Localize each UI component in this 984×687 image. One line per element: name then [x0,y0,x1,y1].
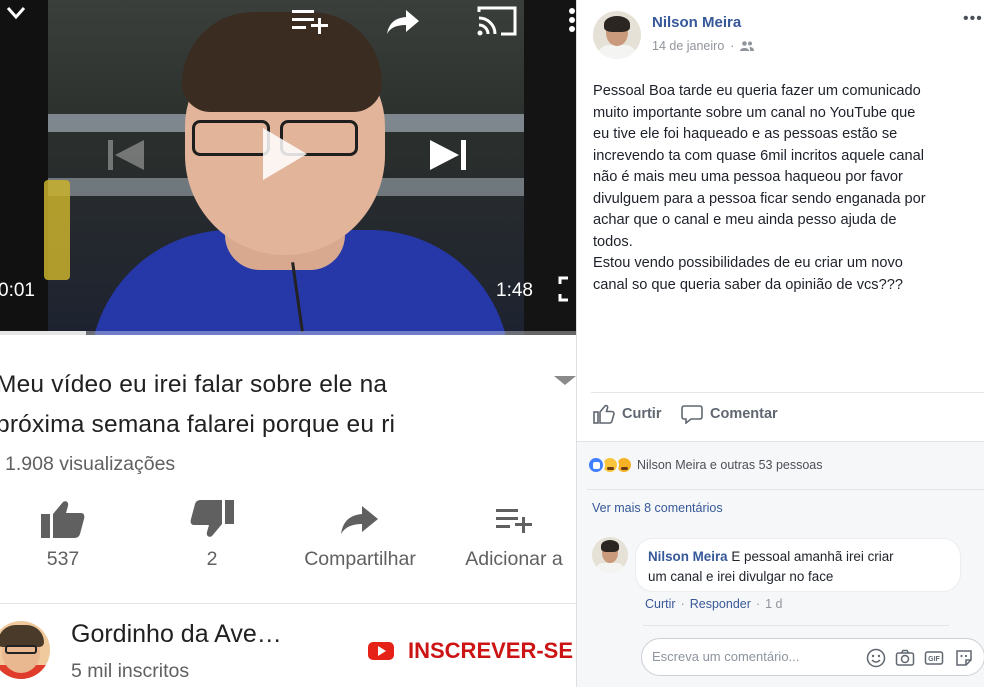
svg-text:GIF: GIF [928,656,940,663]
share-label: Compartilhar [304,548,416,570]
comment-time[interactable]: 1 d [765,597,782,611]
previous-icon[interactable] [106,138,146,172]
comment-button[interactable]: Comentar [681,404,778,424]
play-icon[interactable] [263,128,307,180]
comment-like-link[interactable]: Curtir [645,597,676,611]
video-subject-glasses [192,120,270,156]
view-more-comments-link[interactable]: Ver mais 8 comentários [592,501,723,515]
share-icon [341,506,378,534]
view-count: 1.908 visualizações [5,453,176,475]
expand-description-icon[interactable] [554,376,576,385]
gif-icon[interactable]: GIF [924,648,944,668]
cast-icon[interactable] [477,4,517,38]
dislike-button[interactable]: 2 [180,500,244,571]
comments-section: Nilson Meira e outras 53 pessoas Ver mai… [577,441,984,687]
post-text-line: canal so que queria saber da opinião de … [593,276,903,293]
current-time: 0:01 [0,280,35,301]
post-text-line: muito importante sobre um canal no YouTu… [593,104,916,121]
camera-icon[interactable] [895,648,915,668]
progress-track[interactable] [0,331,576,335]
comment-text: E pessoal amanhã irei criar [731,549,894,564]
comment-author[interactable]: Nilson Meira [648,549,728,564]
more-vert-icon[interactable] [568,8,576,34]
reactions-text: Nilson Meira e outras 53 pessoas [637,458,823,472]
comment-actions: Curtir · Responder · 1 d [645,597,783,611]
post-text-line: todos. [593,233,633,250]
comment-bubble: Nilson Meira E pessoal amanhã irei criar… [635,538,961,592]
like-count: 537 [46,548,80,570]
playlist-add-icon [496,509,532,533]
facebook-panel: Nilson Meira 14 de janeiro · ••• Pessoal… [576,0,984,687]
divider [0,603,576,604]
like-reaction-icon [587,456,605,474]
chevron-down-icon[interactable] [6,6,26,20]
share-button[interactable]: Compartilhar [296,500,424,571]
thumb-up-icon [593,404,615,424]
video-title-line: próxima semana falarei porque eu ri [0,411,396,438]
post-text-line: Estou vendo possibilidades de eu criar u… [593,255,903,271]
add-label: Adicionar a [465,548,563,570]
divider [587,489,984,490]
comment-reply-link[interactable]: Responder [690,597,751,611]
channel-avatar[interactable] [0,621,50,679]
thumb-up-icon [41,501,85,538]
video-subject-hair [182,12,382,112]
channel-name[interactable]: Gordinho da Ave… [71,620,282,649]
video-duration: 1:48 [496,280,533,301]
add-to-queue-icon[interactable] [292,8,330,36]
post-meta: 14 de janeiro · [652,39,755,53]
comment-text: um canal e irei divulgar no face [648,569,834,584]
divider [643,625,949,626]
like-button[interactable]: 537 [30,500,96,571]
fullscreen-icon[interactable] [558,276,572,302]
subscribe-label: INSCREVER-SE [408,638,574,663]
comment-icon [681,405,703,424]
video-background-object [44,180,70,280]
dislike-count: 2 [206,548,218,570]
post-text: Pessoal Boa tarde eu queria fazer um com… [593,81,983,296]
divider [591,392,984,393]
comment-input[interactable]: Escreva um comentário... GIF [641,638,984,676]
share-icon[interactable] [386,8,420,36]
subscriber-count: 5 mil inscritos [71,660,190,682]
post-text-line: Pessoal Boa tarde eu queria fazer um com… [593,83,921,99]
youtube-panel: 0:01 1:48 Meu vídeo eu irei falar sobre … [0,0,576,687]
next-icon[interactable] [428,138,468,172]
comment-label: Comentar [710,406,778,422]
post-author[interactable]: Nilson Meira [652,14,741,31]
progress-fill [0,331,87,335]
post-text-line: eu tive ele foi haqueado e as pessoas es… [593,126,898,142]
post-date[interactable]: 14 de janeiro [652,39,724,53]
like-label: Curtir [622,406,662,422]
post-text-line: não é mais meu uma pessoa haqueou por fa… [593,169,903,185]
video-title: Meu vídeo eu irei falar sobre ele na pró… [0,365,536,445]
friends-icon[interactable] [740,41,755,51]
youtube-logo-icon [368,642,394,660]
add-to-playlist-button[interactable]: Adicionar a [452,500,576,571]
post-text-line: divulguem para a pessoa ficar sendo enga… [593,190,926,207]
like-button[interactable]: Curtir [593,404,661,424]
avatar[interactable] [592,537,628,573]
thumb-down-icon [190,500,234,537]
video-title-line: Meu vídeo eu irei falar sobre ele na [0,371,388,398]
avatar[interactable] [593,11,641,59]
more-options-icon[interactable]: ••• [963,10,983,28]
sticker-icon[interactable] [954,648,974,668]
emoji-icon[interactable] [866,648,886,668]
comment-input-placeholder: Escreva um comentário... [652,649,800,664]
video-player[interactable]: 0:01 1:48 [0,0,576,335]
post-text-line: achar que o canal e meu ainda pesso ajud… [593,212,897,228]
subscribe-button[interactable]: INSCREVER-SE [368,638,573,664]
reactions-summary[interactable]: Nilson Meira e outras 53 pessoas [587,456,823,474]
post-text-line: increvendo ta com quase 6mil incritos aq… [593,147,924,164]
